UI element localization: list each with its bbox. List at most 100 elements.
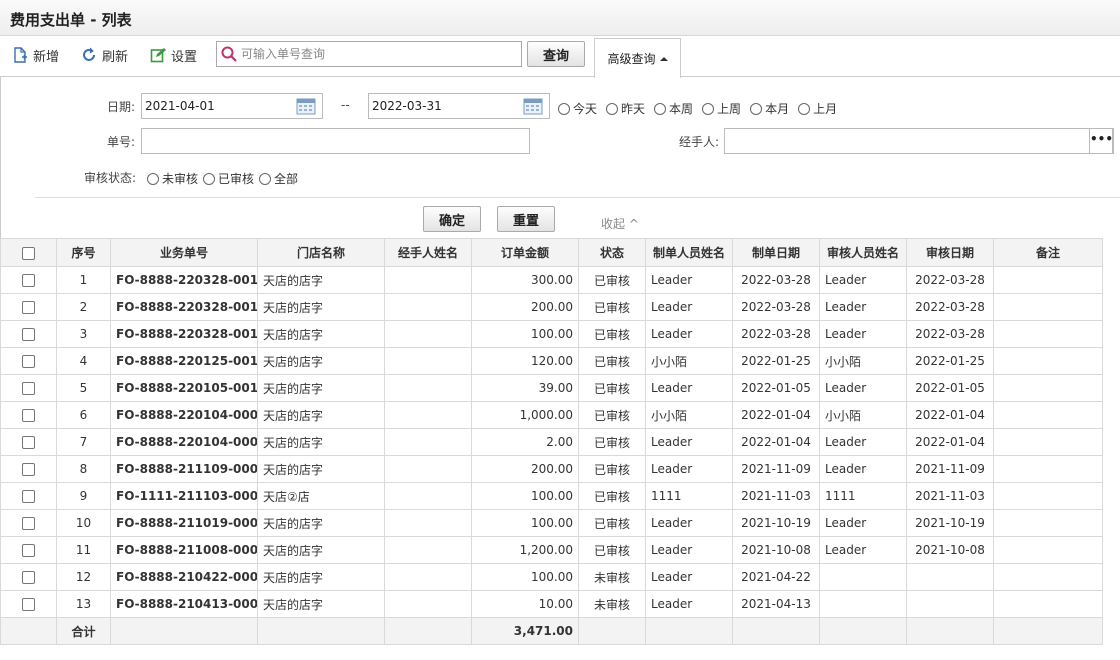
order-amount: 1,000.00 (471, 401, 579, 429)
table-row[interactable]: 3 FO-8888-220328-0012 天店的店字 100.00 已审核 Leader… (0, 320, 1103, 348)
table-row[interactable]: 1 FO-8888-220328-0014 天店的店字 300.00 已审核 Leader… (0, 266, 1103, 294)
row-checkbox[interactable] (22, 436, 35, 449)
search-input[interactable] (241, 43, 511, 65)
date-from-field[interactable]: 2021-04-01 (141, 93, 323, 119)
radio-unaudited[interactable]: 未审核 (147, 170, 198, 187)
table-row[interactable]: 11 FO-8888-211008-0004 天店的店字 1,200.00 已审核 Lea… (0, 536, 1103, 564)
radio-last-month[interactable]: 上月 (798, 100, 837, 117)
column-header[interactable]: 状态 (578, 238, 646, 267)
row-number: 1 (56, 266, 111, 294)
order-no-input[interactable] (141, 128, 530, 154)
handler-picker-button[interactable]: ••• (1089, 128, 1113, 154)
query-button[interactable]: 查询 (527, 41, 585, 67)
order-number-link[interactable]: FO-8888-210413-0002 (110, 590, 258, 618)
order-number-link[interactable]: FO-8888-220105-0010 (110, 374, 258, 402)
column-header[interactable]: 序号 (56, 238, 111, 267)
row-checkbox[interactable] (22, 490, 35, 503)
table-row[interactable]: 7 FO-8888-220104-0007 天店的店字 2.00 已审核 Leader 20… (0, 428, 1103, 456)
store-name: 天店的店字 (257, 590, 385, 618)
column-header[interactable]: 备注 (993, 238, 1103, 267)
radio-label: 全部 (274, 172, 299, 186)
row-checkbox[interactable] (22, 571, 35, 584)
row-checkbox[interactable] (22, 598, 35, 611)
order-amount: 2.00 (471, 428, 579, 456)
radio-circle[interactable] (203, 172, 216, 185)
table-row[interactable]: 10 FO-8888-211019-0005 天店的店字 100.00 已审核 Leade… (0, 509, 1103, 537)
order-number-link[interactable]: FO-8888-211109-0006 (110, 455, 258, 483)
radio-audited[interactable]: 已审核 (203, 170, 254, 187)
total-empty-cell (578, 617, 646, 645)
row-select-cell (0, 482, 57, 510)
store-name: 天店的店字 (257, 320, 385, 348)
column-header[interactable]: 审核人员姓名 (819, 238, 907, 267)
date-to-field[interactable]: 2022-03-31 (368, 93, 550, 119)
total-empty-cell (906, 617, 994, 645)
order-number-link[interactable]: FO-1111-211103-0001 (110, 482, 258, 510)
row-checkbox[interactable] (22, 301, 35, 314)
column-header[interactable]: 业务单号 (110, 238, 258, 267)
table-row[interactable]: 13 FO-8888-210413-0002 天店的店字 10.00 未审核 Leader… (0, 590, 1103, 618)
reset-button[interactable]: 重置 (497, 206, 555, 232)
row-checkbox[interactable] (22, 409, 35, 422)
radio-circle[interactable] (606, 102, 619, 115)
radio-this-month[interactable]: 本月 (750, 100, 789, 117)
refresh-button[interactable]: 刷新 (81, 45, 128, 65)
collapse-link[interactable]: 收起 ^ (601, 215, 639, 232)
table-row[interactable]: 5 FO-8888-220105-0010 天店的店字 39.00 已审核 Leader 2… (0, 374, 1103, 402)
order-number-link[interactable]: FO-8888-220125-0011 (110, 347, 258, 375)
row-number: 3 (56, 320, 111, 348)
calendar-icon[interactable] (523, 97, 543, 115)
column-header[interactable]: 经手人姓名 (384, 238, 472, 267)
row-number: 6 (56, 401, 111, 429)
radio-all[interactable]: 全部 (259, 170, 298, 187)
confirm-button[interactable]: 确定 (423, 206, 481, 232)
radio-last-week[interactable]: 上周 (702, 100, 741, 117)
row-checkbox[interactable] (22, 355, 35, 368)
table-row[interactable]: 9 FO-1111-211103-0001 天店②店 100.00 已审核 1111 202… (0, 482, 1103, 510)
order-number-link[interactable]: FO-8888-220328-0012 (110, 320, 258, 348)
radio-today[interactable]: 今天 (558, 100, 597, 117)
radio-circle[interactable] (702, 102, 715, 115)
row-checkbox[interactable] (22, 328, 35, 341)
order-number-link[interactable]: FO-8888-210422-0003 (110, 563, 258, 591)
radio-circle[interactable] (558, 102, 570, 115)
column-header[interactable]: 审核日期 (906, 238, 994, 267)
radio-circle[interactable] (259, 172, 272, 185)
radio-circle[interactable] (654, 102, 667, 115)
radio-circle[interactable] (147, 172, 159, 185)
audited-date: 2022-01-04 (906, 428, 994, 456)
table-row[interactable]: 8 FO-8888-211109-0006 天店的店字 200.00 已审核 Leader… (0, 455, 1103, 483)
column-header[interactable]: 订单金额 (471, 238, 579, 267)
radio-circle[interactable] (750, 102, 763, 115)
table-row[interactable]: 12 FO-8888-210422-0003 天店的店字 100.00 未审核 Leade… (0, 563, 1103, 591)
settings-button[interactable]: 设置 (150, 45, 197, 65)
handler-input[interactable]: ••• (724, 128, 1114, 154)
order-number-link[interactable]: FO-8888-211019-0005 (110, 509, 258, 537)
row-checkbox[interactable] (22, 517, 35, 530)
order-number-link[interactable]: FO-8888-220328-0013 (110, 293, 258, 321)
table-row[interactable]: 2 FO-8888-220328-0013 天店的店字 200.00 已审核 Leader… (0, 293, 1103, 321)
column-header[interactable]: 制单人员姓名 (645, 238, 733, 267)
radio-this-week[interactable]: 本周 (654, 100, 693, 117)
order-number-link[interactable]: FO-8888-220104-0008 (110, 401, 258, 429)
row-checkbox[interactable] (22, 382, 35, 395)
row-checkbox[interactable] (22, 274, 35, 287)
column-header[interactable]: 制单日期 (732, 238, 820, 267)
row-checkbox[interactable] (22, 463, 35, 476)
status: 已审核 (578, 428, 646, 456)
select-all-checkbox[interactable] (22, 246, 35, 260)
order-number-link[interactable]: FO-8888-220328-0014 (110, 266, 258, 294)
refresh-icon (83, 47, 95, 61)
table-row[interactable]: 4 FO-8888-220125-0011 天店的店字 120.00 已审核 小小陌 202… (0, 347, 1103, 375)
order-number-link[interactable]: FO-8888-220104-0007 (110, 428, 258, 456)
calendar-icon[interactable] (296, 97, 316, 115)
row-checkbox[interactable] (22, 544, 35, 557)
table-row[interactable]: 6 FO-8888-220104-0008 天店的店字 1,000.00 已审核 小小陌 2… (0, 401, 1103, 429)
radio-circle[interactable] (798, 102, 811, 115)
column-header[interactable]: 门店名称 (257, 238, 385, 267)
add-button[interactable]: 新增 (12, 45, 59, 65)
advanced-query-tab[interactable]: 高级查询 (594, 38, 681, 78)
radio-yesterday[interactable]: 昨天 (606, 100, 645, 117)
order-number-link[interactable]: FO-8888-211008-0004 (110, 536, 258, 564)
status: 未审核 (578, 563, 646, 591)
